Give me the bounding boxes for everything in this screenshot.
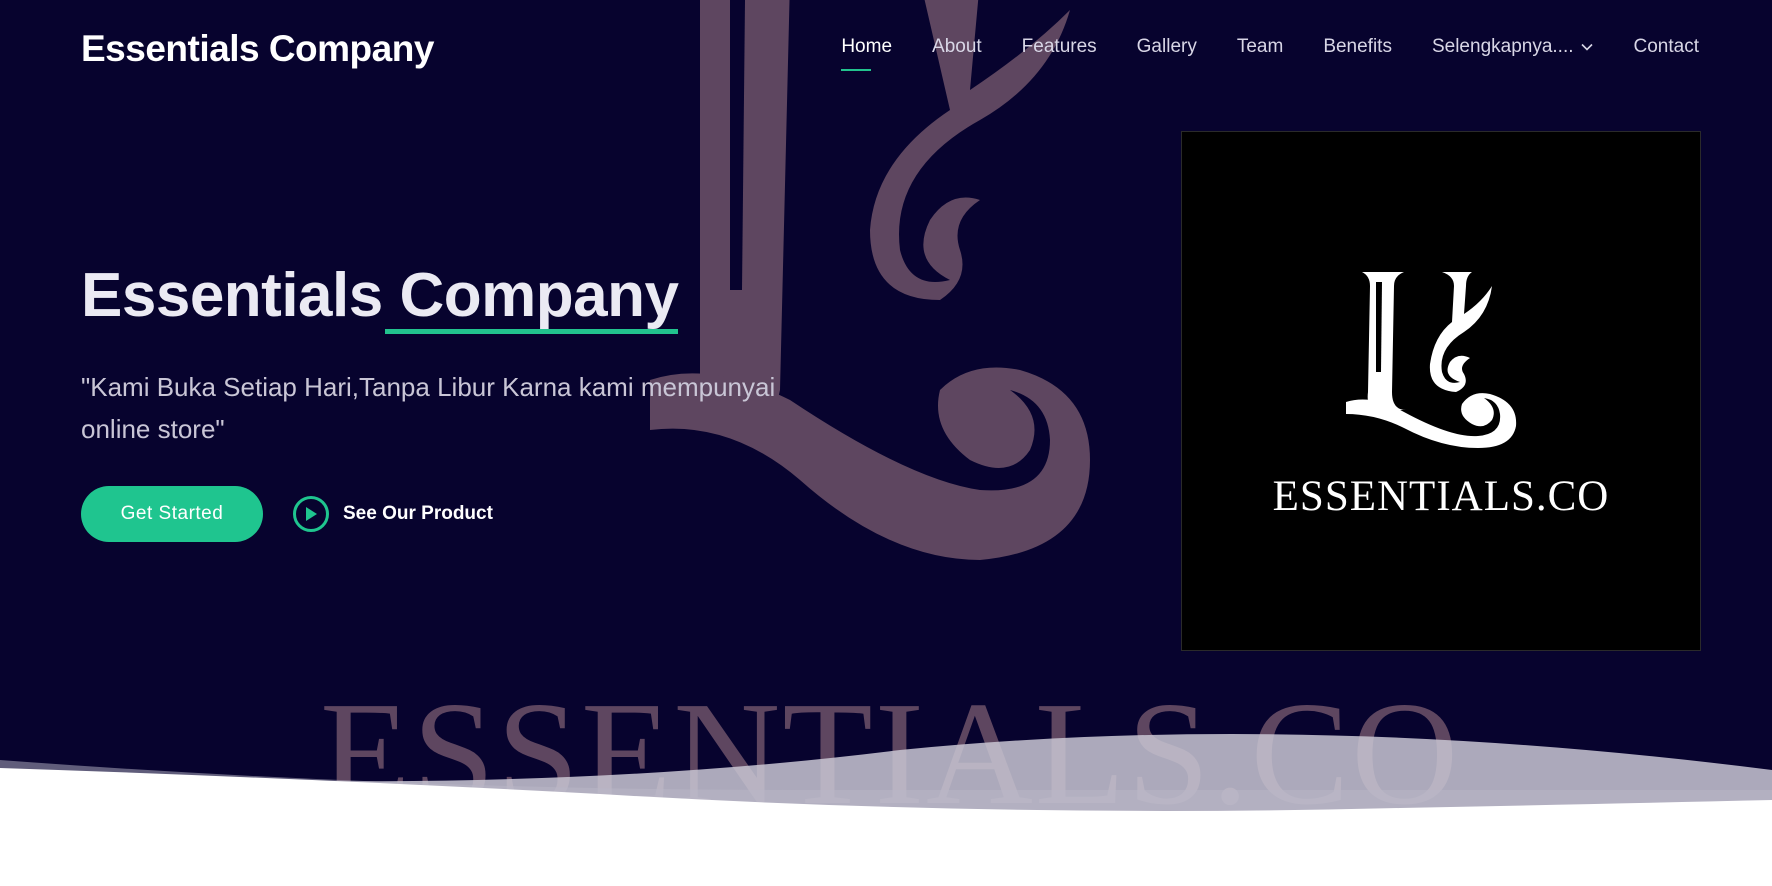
- nav-item-label: Benefits: [1323, 36, 1392, 57]
- nav-item-label: About: [932, 36, 982, 57]
- nav-item-features[interactable]: Features: [1022, 36, 1097, 58]
- hero-section: ESSENTIALS.CO Essentials Company Home Ab…: [0, 0, 1772, 886]
- nav-item-team[interactable]: Team: [1237, 36, 1283, 58]
- nav-item-home[interactable]: Home: [841, 36, 893, 71]
- logo-monogram: [1346, 272, 1517, 448]
- watermark-monogram: [650, 0, 1090, 560]
- nav-item-label: Home: [841, 36, 893, 57]
- hero-subtitle: "Kami Buka Setiap Hari,Tanpa Libur Karna…: [81, 372, 776, 444]
- main-nav: Home About Features Gallery Team Benefit…: [801, 36, 1699, 71]
- nav-item-gallery[interactable]: Gallery: [1137, 36, 1197, 58]
- nav-item-label: Team: [1236, 36, 1284, 57]
- nav-item-contact[interactable]: Contact: [1634, 36, 1699, 58]
- nav-item-label: Contact: [1633, 36, 1699, 57]
- see-our-product-label: See Our Product: [343, 503, 493, 524]
- nav-item-label: Gallery: [1136, 36, 1197, 57]
- nav-item-label: Selengkapnya....: [1431, 36, 1574, 57]
- hero-title: Essentials Company: [81, 261, 679, 335]
- page: ESSENTIALS.CO Essentials Company Home Ab…: [0, 0, 1772, 886]
- logo-text: ESSENTIALS.CO: [1272, 473, 1610, 520]
- hero-title-highlight: Company: [385, 261, 679, 335]
- hero-wave: [0, 734, 1772, 886]
- hero-logo-image: ESSENTIALS.CO: [1181, 131, 1701, 651]
- nav-item-dropdown[interactable]: Selengkapnya....: [1432, 36, 1594, 58]
- hero-title-part1: Essentials: [81, 261, 383, 330]
- nav-item-about[interactable]: About: [932, 36, 982, 58]
- play-icon: [293, 496, 329, 532]
- see-our-product-button[interactable]: See Our Product: [293, 493, 493, 535]
- brand-logo[interactable]: Essentials Company: [81, 28, 434, 70]
- chevron-down-icon: [1580, 43, 1593, 51]
- nav-item-label: Features: [1021, 36, 1097, 57]
- get-started-button[interactable]: Get Started: [81, 486, 263, 542]
- nav-item-benefits[interactable]: Benefits: [1323, 36, 1392, 58]
